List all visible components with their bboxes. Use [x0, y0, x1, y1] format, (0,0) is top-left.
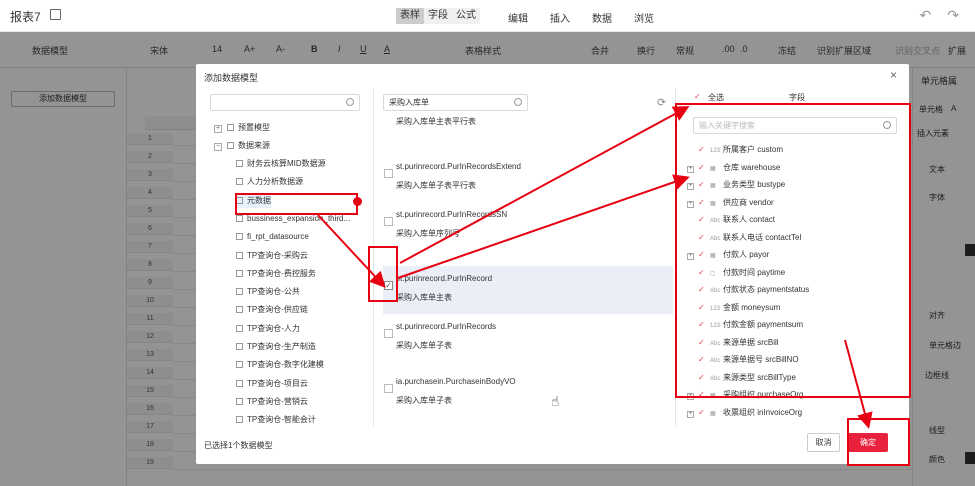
annotation-arrows	[317, 106, 873, 429]
hand-cursor-icon: ☝	[551, 393, 560, 409]
